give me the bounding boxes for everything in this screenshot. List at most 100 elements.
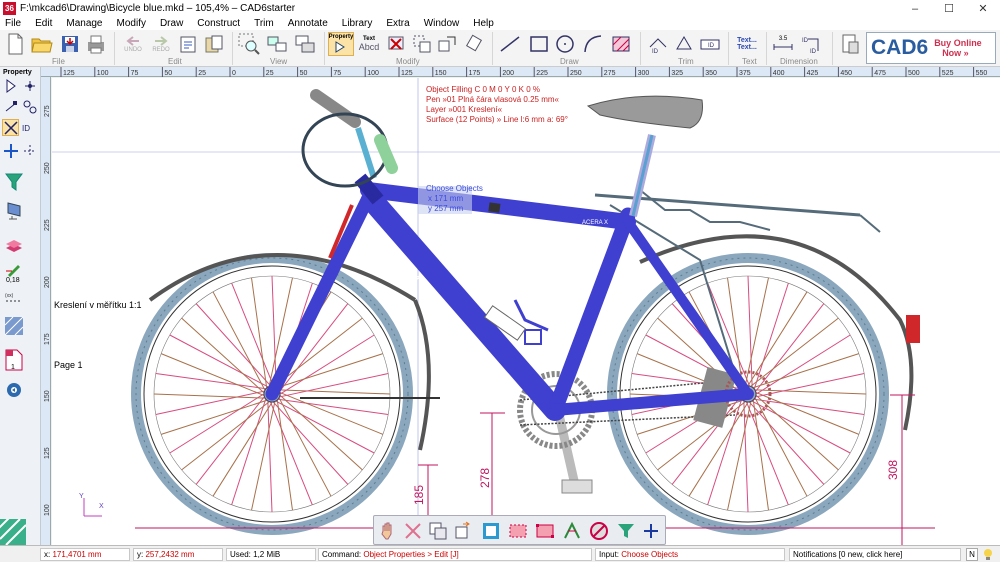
ribbon-toolbar: File UNDO REDO Edit View Property Text A… — [0, 30, 1000, 67]
menu-window[interactable]: Window — [424, 18, 460, 29]
pattern-tool[interactable] — [3, 315, 25, 337]
snap-toggle-icon[interactable]: N — [966, 548, 978, 561]
view-button[interactable] — [264, 32, 290, 56]
select-tool[interactable] — [2, 77, 19, 94]
move-button[interactable] — [410, 32, 434, 56]
label-icon: ID — [700, 39, 720, 50]
layers-icon — [6, 240, 22, 252]
trim-id-button[interactable]: ID — [698, 32, 722, 56]
edit-properties-button[interactable] — [176, 32, 200, 56]
select-box-button[interactable] — [480, 520, 502, 542]
buy-online-banner[interactable]: CAD6 Buy Online Now » — [866, 32, 996, 64]
cross-cut-icon — [4, 120, 18, 135]
save-button[interactable] — [58, 32, 82, 56]
copy-objects-button[interactable] — [427, 520, 449, 542]
node-edit-tool[interactable] — [21, 98, 38, 115]
menu-construct[interactable]: Construct — [197, 18, 240, 29]
drawing-canvas[interactable]: AMULET ACERA X 185 278 308 Y X Object Fi… — [52, 78, 1000, 545]
menu-draw[interactable]: Draw — [160, 18, 183, 29]
menu-help[interactable]: Help — [473, 18, 494, 29]
redo-button[interactable]: REDO — [148, 32, 174, 56]
ruler-top-label: 50 — [300, 70, 308, 77]
grid-snap-icon — [23, 144, 36, 157]
line-style-tool[interactable]: (xx) — [3, 289, 25, 307]
snap-tool[interactable]: ID — [21, 119, 38, 136]
dimension-id-button[interactable]: ID ID — [798, 32, 824, 56]
menu-modify[interactable]: Modify — [117, 18, 146, 29]
copy-icon — [429, 522, 447, 540]
view-id-button[interactable] — [292, 32, 318, 56]
new-file-button[interactable] — [4, 32, 26, 56]
select-region-tool[interactable] — [21, 77, 38, 94]
dimension-linear-button[interactable]: 3.5 — [770, 32, 796, 56]
app-icon[interactable]: 36 — [3, 2, 16, 15]
layer-view-tool[interactable] — [3, 199, 25, 221]
print-button[interactable] — [84, 32, 108, 56]
circle-tool-button[interactable] — [552, 32, 578, 56]
circle-icon — [556, 35, 574, 53]
notifications-button[interactable]: Notifications [0 new, click here] — [789, 548, 961, 561]
wheel-spoke — [212, 401, 273, 497]
close-button[interactable]: ✕ — [966, 0, 1000, 17]
line-tool-button[interactable] — [496, 32, 524, 56]
pan-hand-button[interactable] — [377, 520, 399, 542]
arrange-button[interactable] — [452, 520, 474, 542]
deselect-button[interactable] — [402, 520, 424, 542]
delete-button[interactable] — [384, 32, 408, 56]
filter-objects-button[interactable] — [615, 520, 637, 542]
menu-edit[interactable]: Edit — [35, 18, 52, 29]
add-selection-button[interactable] — [640, 520, 662, 542]
info-line-filling: Object Filling C 0 M 0 Y 0 K 0 % — [426, 85, 540, 94]
zoom-button[interactable] — [236, 32, 262, 56]
settings-tool[interactable] — [3, 379, 25, 401]
layer-thumbnail[interactable] — [0, 512, 27, 546]
text-property-button[interactable]: Text Abcd — [356, 32, 382, 56]
dimension-308: 308 — [886, 460, 900, 480]
ruler-left-label: 125 — [44, 447, 51, 459]
select-fence-button[interactable] — [561, 520, 583, 542]
select-crossing-button[interactable] — [534, 520, 556, 542]
property-button[interactable]: Property — [328, 32, 354, 56]
tip-lightbulb-icon[interactable] — [982, 548, 994, 561]
info-line-surface: Surface (12 Points) » Line l:6 mm a: 69° — [426, 115, 568, 124]
arc-tool-button[interactable] — [580, 32, 606, 56]
rectangle-tool-button[interactable] — [526, 32, 552, 56]
select-window-button[interactable] — [507, 520, 529, 542]
wheel-spoke — [748, 401, 825, 485]
menu-file[interactable]: File — [5, 18, 21, 29]
maximize-button[interactable]: ☐ — [932, 0, 966, 17]
minimize-button[interactable]: – — [898, 0, 932, 17]
layers-tool[interactable] — [3, 235, 25, 257]
undo-button[interactable]: UNDO — [120, 32, 146, 56]
menu-manage[interactable]: Manage — [66, 18, 102, 29]
choose-objects-tooltip: Choose Objects — [426, 184, 483, 193]
text-tool-button[interactable]: Text... Text... — [734, 32, 760, 56]
select-fence-icon — [564, 521, 580, 539]
crosshair-tool[interactable] — [2, 142, 19, 159]
menu-trim[interactable]: Trim — [254, 18, 274, 29]
wheel-spoke — [751, 400, 851, 454]
group-label-dimension: Dimension — [780, 57, 818, 66]
filter-tool[interactable] — [3, 171, 25, 193]
paste-button[interactable] — [202, 32, 226, 56]
open-file-button[interactable] — [30, 32, 54, 56]
menu-extra[interactable]: Extra — [386, 18, 409, 29]
trim-button[interactable]: ID — [646, 32, 670, 56]
pen-tool[interactable] — [3, 260, 25, 278]
no-filter-button[interactable] — [588, 520, 610, 542]
menu-library[interactable]: Library — [342, 18, 373, 29]
node-tool[interactable] — [2, 98, 19, 115]
cut-tool[interactable] — [2, 119, 19, 136]
pen-icon — [6, 265, 20, 277]
ruler-top-label: 200 — [502, 70, 514, 77]
hatch-tool-button[interactable] — [608, 32, 634, 56]
grid-snap-tool[interactable] — [21, 142, 38, 159]
ruler-top-label: 75 — [333, 70, 341, 77]
menu-annotate[interactable]: Annotate — [288, 18, 328, 29]
extend-button[interactable] — [672, 32, 696, 56]
export-button[interactable] — [838, 32, 862, 56]
scale-button[interactable] — [436, 32, 460, 56]
rotate-button[interactable] — [462, 32, 486, 56]
status-input: Input: Choose Objects — [595, 548, 785, 561]
group-label-edit: Edit — [168, 57, 182, 66]
